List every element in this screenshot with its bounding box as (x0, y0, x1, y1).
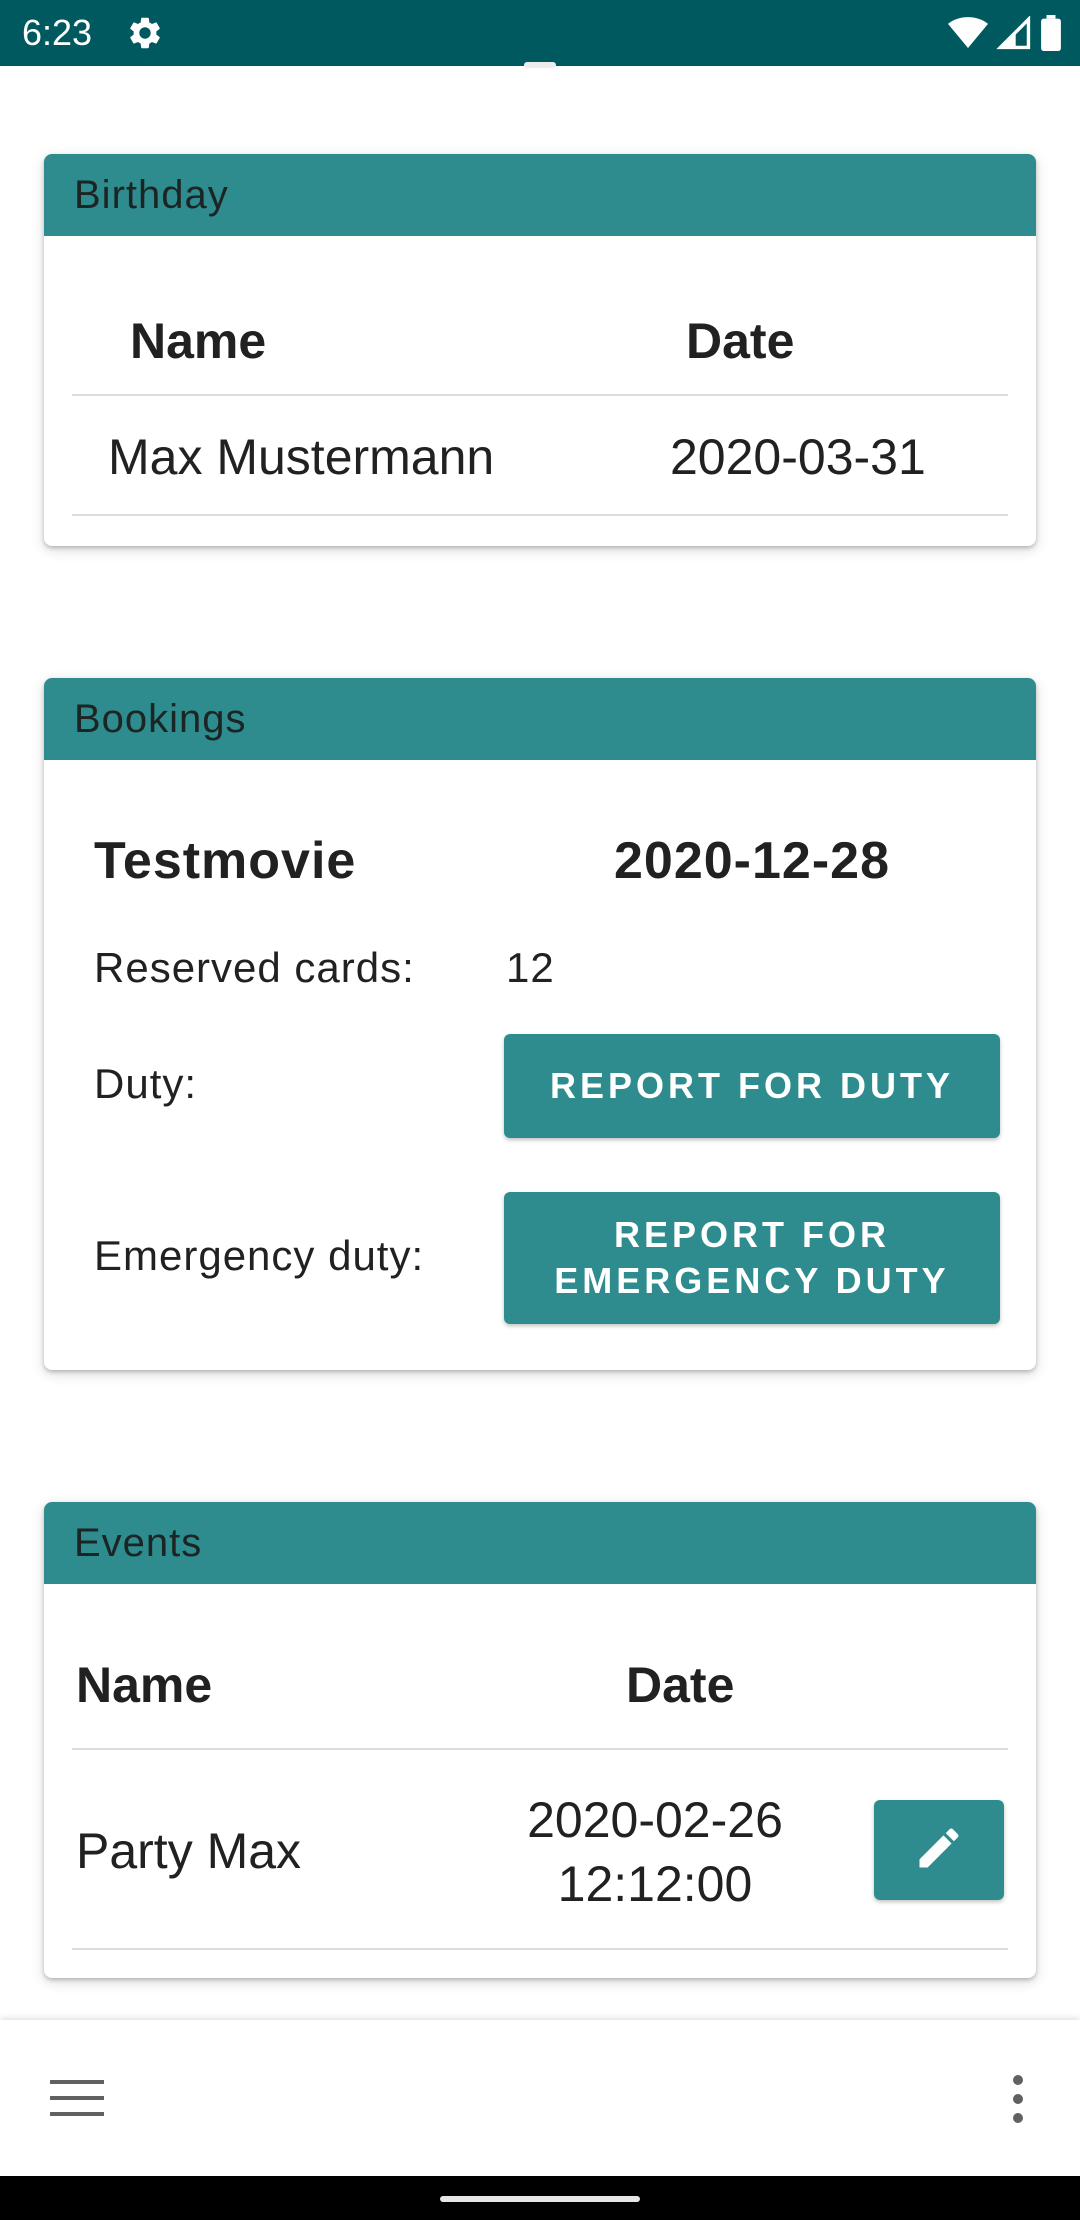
report-for-emergency-duty-button[interactable]: REPORT FOR EMERGENCY DUTY (504, 1192, 1000, 1324)
bookings-card: Bookings Testmovie 2020-12-28 Reserved c… (44, 678, 1036, 1370)
signal-icon (996, 16, 1032, 50)
booking-date: 2020-12-28 (614, 832, 890, 890)
birthday-column-name: Name (130, 313, 267, 369)
menu-icon[interactable] (50, 2078, 104, 2118)
battery-icon (1040, 15, 1062, 51)
reserved-cards-label: Reserved cards: (94, 944, 415, 991)
events-column-name: Name (76, 1657, 213, 1713)
events-column-date: Date (626, 1657, 735, 1713)
birthday-row-name: Max Mustermann (108, 429, 495, 485)
table-divider (72, 1748, 1008, 1750)
birthday-card-header: Birthday (44, 154, 1036, 236)
home-handle[interactable] (440, 2196, 640, 2202)
duty-label: Duty: (94, 1060, 198, 1107)
edit-icon (913, 1822, 965, 1879)
table-divider (72, 394, 1008, 396)
birthday-row-date: 2020-03-31 (670, 429, 926, 485)
status-time: 6:23 (22, 12, 93, 53)
emergency-duty-label: Emergency duty: (94, 1232, 425, 1279)
birthday-column-date: Date (686, 313, 795, 369)
events-card-header: Events (44, 1502, 1036, 1584)
more-vert-icon[interactable] (1000, 2074, 1036, 2124)
event-row-name: Party Max (76, 1823, 302, 1879)
table-divider (72, 514, 1008, 516)
status-icons (948, 14, 1062, 52)
wifi-icon (948, 16, 988, 50)
status-bar: 6:23 (0, 0, 1080, 66)
pull-indicator (524, 62, 556, 68)
booking-movie-title: Testmovie (94, 832, 357, 890)
edit-event-button[interactable] (874, 1800, 1004, 1900)
report-for-duty-button[interactable]: REPORT FOR DUTY (504, 1034, 1000, 1138)
bottom-app-bar (0, 2020, 1080, 2176)
system-nav-bar (0, 2176, 1080, 2220)
table-divider (72, 1948, 1008, 1950)
events-card: Events Name Date Party Max 2020-02-26 12… (44, 1502, 1036, 1978)
birthday-card: Birthday Name Date Max Mustermann 2020-0… (44, 154, 1036, 546)
gear-icon (126, 14, 164, 52)
event-row-date: 2020-02-26 12:12:00 (514, 1788, 796, 1916)
bookings-card-header: Bookings (44, 678, 1036, 760)
event-date-time: 12:12:00 (557, 1856, 753, 1912)
reserved-cards-value: 12 (506, 944, 555, 991)
event-date-day: 2020-02-26 (527, 1792, 783, 1848)
